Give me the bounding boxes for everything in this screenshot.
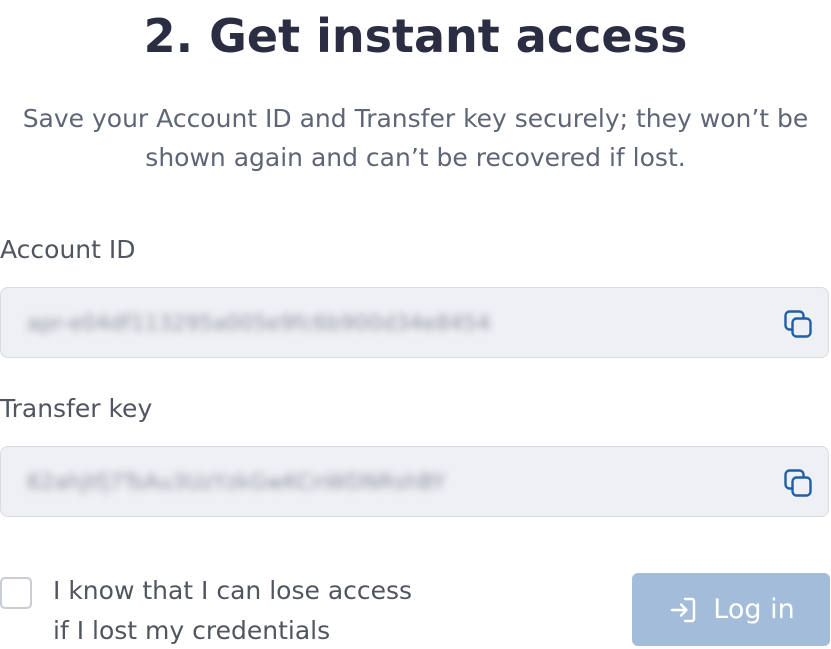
login-button[interactable]: Log in [632,573,830,646]
account-id-field[interactable]: apr-e04df113295a005e9fc6b900d34e8454 [0,287,829,358]
copy-icon[interactable] [782,308,814,340]
login-button-label: Log in [713,593,795,625]
transfer-key-value: 62ahjtfj7TsAu3UzYzkGwKCnWDNRshBY [27,470,446,494]
page-subtitle: Save your Account ID and Transfer key se… [22,104,809,172]
copy-icon[interactable] [782,467,814,499]
confirm-label-line1: I know that I can lose access [53,576,413,605]
account-id-label: Account ID [0,235,136,264]
get-access-page: 2. Get instant access Save your Account … [0,0,831,649]
confirm-checkbox[interactable] [0,577,32,609]
transfer-key-field[interactable]: 62ahjtfj7TsAu3UzYzkGwKCnWDNRshBY [0,446,829,517]
confirm-checkbox-label[interactable]: I know that I can lose access if I lost … [53,571,473,649]
page-title: 2. Get instant access [143,9,688,63]
transfer-key-label: Transfer key [0,394,153,423]
login-icon [671,597,696,622]
confirm-label-line2: if I lost my credentials [53,616,331,645]
account-id-value: apr-e04df113295a005e9fc6b900d34e8454 [27,311,491,335]
